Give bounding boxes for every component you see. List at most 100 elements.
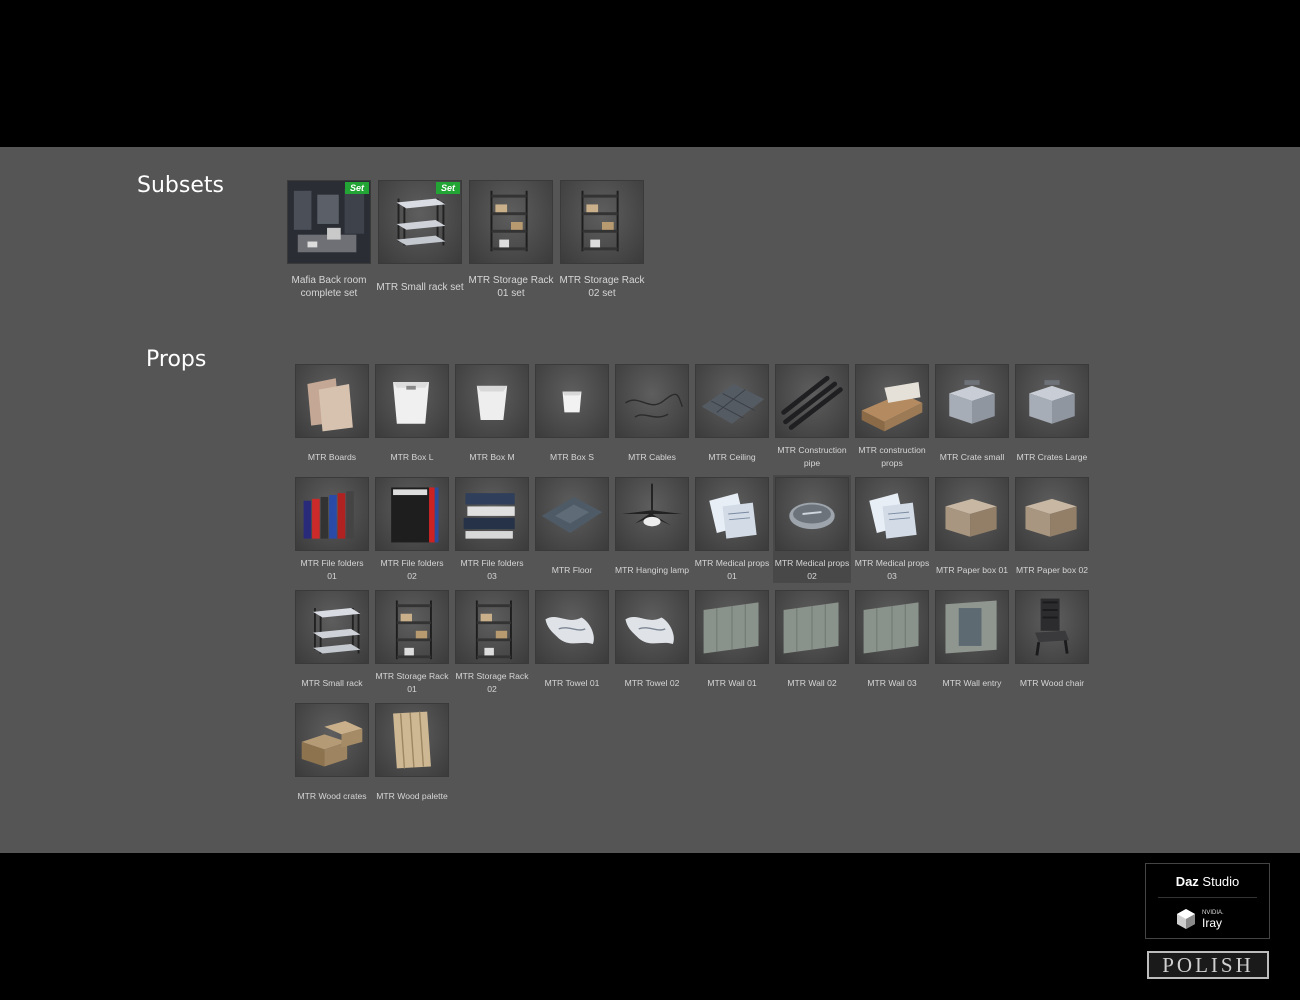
prop-tile-mtr-wall-02[interactable]: MTR Wall 02 xyxy=(775,590,849,688)
tile-label: MTR Wall 03 xyxy=(851,670,933,696)
boards-icon[interactable] xyxy=(295,364,369,438)
prop-tile-mtr-medical-props-01[interactable]: MTR Medical props 01 xyxy=(695,477,769,581)
small-rack-icon[interactable]: Set xyxy=(378,180,462,264)
tile-label: MTR Towel 01 xyxy=(531,670,613,696)
prop-tile-mtr-wall-01[interactable]: MTR Wall 01 xyxy=(695,590,769,688)
subset-tile-mtr-small-rack-set[interactable]: Set MTR Small rack set xyxy=(376,180,464,293)
prop-tile-mtr-box-l[interactable]: MTR Box L xyxy=(375,364,449,462)
box-large-icon[interactable] xyxy=(375,364,449,438)
prop-tile-mtr-small-rack[interactable]: MTR Small rack xyxy=(295,590,369,688)
pipes-icon[interactable] xyxy=(775,364,849,438)
tile-label-line: 01 xyxy=(327,571,337,581)
tile-label-line: 02 set xyxy=(588,288,616,299)
prop-tile-mtr-towel-01[interactable]: MTR Towel 01 xyxy=(535,590,609,688)
tile-label-line: 01 xyxy=(407,684,417,694)
tile-label-line: 01 xyxy=(727,571,737,581)
small-rack-icon[interactable] xyxy=(295,590,369,664)
prop-tile-mtr-hanging-lamp[interactable]: MTR Hanging lamp xyxy=(615,477,689,575)
prop-tile-mtr-box-m[interactable]: MTR Box M xyxy=(455,364,529,462)
towel-icon[interactable] xyxy=(615,590,689,664)
wood-crates-icon[interactable] xyxy=(295,703,369,777)
metal-crate-icon[interactable] xyxy=(935,364,1009,438)
papers-icon[interactable] xyxy=(855,477,929,551)
tile-label-line: MTR Small rack xyxy=(301,677,363,688)
prop-tile-mtr-paper-box-01[interactable]: MTR Paper box 01 xyxy=(935,477,1009,575)
tile-label-line: MTR Box S xyxy=(550,451,594,462)
prop-tile-mtr-wall-03[interactable]: MTR Wall 03 xyxy=(855,590,929,688)
box-medium-icon[interactable] xyxy=(455,364,529,438)
box-small-icon[interactable] xyxy=(535,364,609,438)
tile-label-line: MTR Box L xyxy=(390,451,434,462)
prop-tile-mtr-box-s[interactable]: MTR Box S xyxy=(535,364,609,462)
lumber-icon[interactable] xyxy=(855,364,929,438)
prop-tile-mtr-wood-palette[interactable]: MTR Wood palette xyxy=(375,703,449,801)
logo-divider xyxy=(1158,897,1257,898)
towel-icon[interactable] xyxy=(535,590,609,664)
papers-icon[interactable] xyxy=(695,477,769,551)
wall-icon[interactable] xyxy=(775,590,849,664)
tile-label: MTR Ceiling xyxy=(691,444,773,470)
tile-label: MTR File folders 03 xyxy=(451,557,533,583)
cables-icon[interactable] xyxy=(615,364,689,438)
prop-tile-mtr-floor[interactable]: MTR Floor xyxy=(535,477,609,575)
tile-label-line: MTR construction xyxy=(858,445,926,455)
chair-icon[interactable] xyxy=(1015,590,1089,664)
prop-tile-mtr-wall-entry[interactable]: MTR Wall entry xyxy=(935,590,1009,688)
tile-label: MTR Paper box 02 xyxy=(1011,557,1093,583)
iray-logo: NVIDIA. Iray xyxy=(1174,906,1244,932)
subset-tile-mafia-back-room-complete-set[interactable]: Set Mafia Back room complete set xyxy=(287,180,371,299)
tile-label: MTR Cables xyxy=(611,444,693,470)
ceiling-icon[interactable] xyxy=(695,364,769,438)
ceiling-fan-icon[interactable] xyxy=(615,477,689,551)
bowl-icon[interactable] xyxy=(775,477,849,551)
prop-tile-mtr-crate-small[interactable]: MTR Crate small xyxy=(935,364,1009,462)
storage-rack-icon[interactable] xyxy=(375,590,449,664)
prop-tile-mtr-ceiling[interactable]: MTR Ceiling xyxy=(695,364,769,462)
tile-label-line: 02 xyxy=(807,571,817,581)
tile-label: MTR Crate small xyxy=(931,444,1013,470)
subset-tile-mtr-storage-rack-01-set[interactable]: MTR Storage Rack 01 set xyxy=(468,180,554,299)
storage-rack-icon[interactable] xyxy=(469,180,553,264)
wall-entry-icon[interactable] xyxy=(935,590,1009,664)
subsets-heading: Subsets xyxy=(137,173,224,198)
tile-label-line: MTR Medical props xyxy=(854,558,930,568)
prop-tile-mtr-medical-props-02[interactable]: MTR Medical props 02 xyxy=(773,475,851,583)
prop-tile-mtr-construction-props[interactable]: MTR construction props xyxy=(855,364,929,468)
prop-tile-mtr-file-folders-02[interactable]: MTR File folders 02 xyxy=(375,477,449,581)
storage-rack-icon[interactable] xyxy=(560,180,644,264)
cardboard-box-icon[interactable] xyxy=(1015,477,1089,551)
prop-tile-mtr-wood-crates[interactable]: MTR Wood crates xyxy=(295,703,369,801)
storage-rack-icon[interactable] xyxy=(455,590,529,664)
wall-icon[interactable] xyxy=(855,590,929,664)
prop-tile-mtr-storage-rack-02[interactable]: MTR Storage Rack 02 xyxy=(455,590,529,694)
tile-label: MTR Box M xyxy=(451,444,533,470)
file-folders-icon[interactable] xyxy=(295,477,369,551)
iray-text: Iray xyxy=(1202,916,1223,930)
prop-tile-mtr-medical-props-03[interactable]: MTR Medical props 03 xyxy=(855,477,929,581)
subset-tile-mtr-storage-rack-02-set[interactable]: MTR Storage Rack 02 set xyxy=(559,180,645,299)
prop-tile-mtr-towel-02[interactable]: MTR Towel 02 xyxy=(615,590,689,688)
prop-tile-mtr-storage-rack-01[interactable]: MTR Storage Rack 01 xyxy=(375,590,449,694)
tile-label: MTR Box S xyxy=(531,444,613,470)
prop-tile-mtr-wood-chair[interactable]: MTR Wood chair xyxy=(1015,590,1089,688)
tile-label: MTR Construction pipe xyxy=(771,444,853,470)
tile-label-line: MTR Boards xyxy=(307,451,357,462)
prop-tile-mtr-crates-large[interactable]: MTR Crates Large xyxy=(1015,364,1089,462)
wood-palette-icon[interactable] xyxy=(375,703,449,777)
cardboard-box-icon[interactable] xyxy=(935,477,1009,551)
tile-label: MTR Medical props 01 xyxy=(691,557,773,583)
prop-tile-mtr-file-folders-01[interactable]: MTR File folders 01 xyxy=(295,477,369,581)
tile-label: MTR Storage Rack 02 set xyxy=(556,274,648,300)
prop-tile-mtr-file-folders-03[interactable]: MTR File folders 03 xyxy=(455,477,529,581)
prop-tile-mtr-cables[interactable]: MTR Cables xyxy=(615,364,689,462)
prop-tile-mtr-paper-box-02[interactable]: MTR Paper box 02 xyxy=(1015,477,1089,575)
back-room-scene-icon[interactable]: Set xyxy=(287,180,371,264)
binder-icon[interactable] xyxy=(375,477,449,551)
tile-label: MTR Floor xyxy=(531,557,613,583)
prop-tile-mtr-boards[interactable]: MTR Boards xyxy=(295,364,369,462)
wall-icon[interactable] xyxy=(695,590,769,664)
floor-icon[interactable] xyxy=(535,477,609,551)
prop-tile-mtr-construction-pipe[interactable]: MTR Construction pipe xyxy=(775,364,849,468)
folder-stack-icon[interactable] xyxy=(455,477,529,551)
metal-crate-icon[interactable] xyxy=(1015,364,1089,438)
